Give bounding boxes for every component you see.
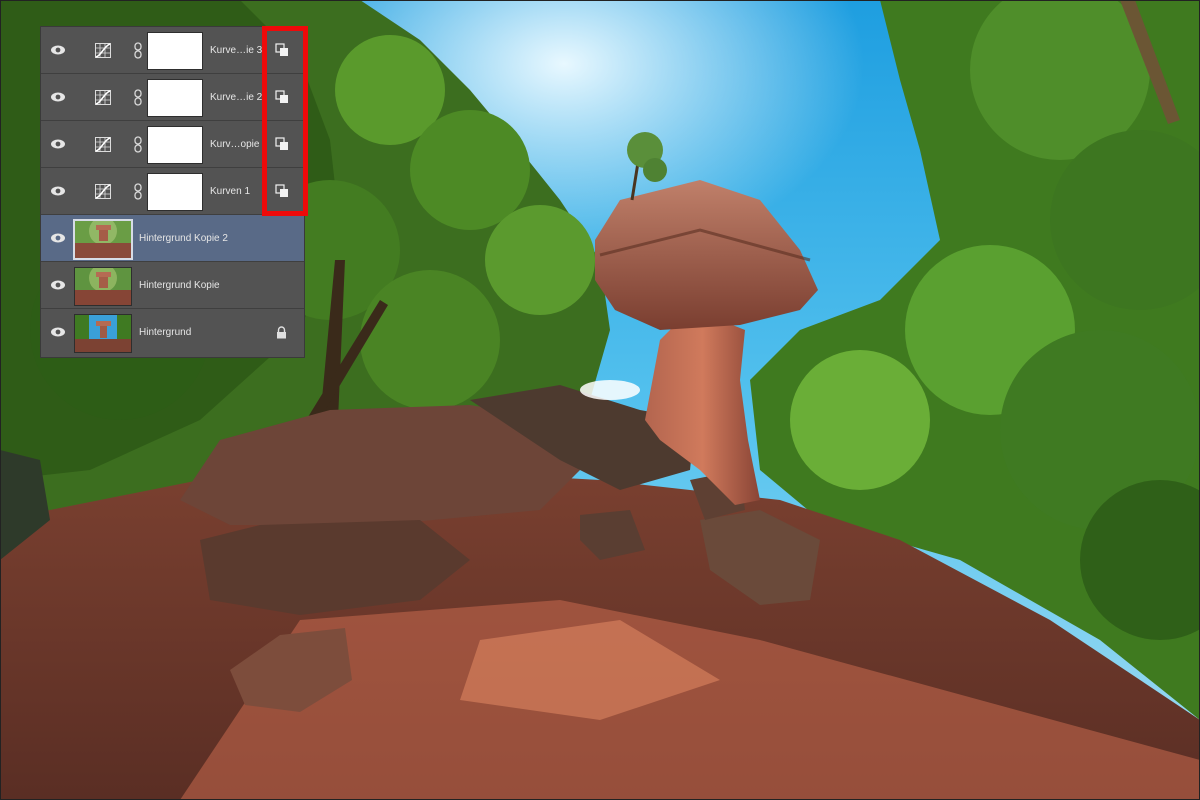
eye-icon[interactable] (50, 325, 66, 339)
lock-icon[interactable] (276, 326, 287, 339)
highlight-box (262, 26, 308, 216)
layer-thumbnail[interactable] (74, 314, 132, 353)
layer-name[interactable]: Kurve…ie 2 (210, 74, 270, 121)
layer-name[interactable]: Kurven 1 (210, 168, 270, 215)
layer-name[interactable]: Kurve…ie 3 (210, 27, 270, 74)
curves-adjustment-icon (95, 43, 111, 58)
chain-link-icon[interactable] (133, 136, 143, 153)
curves-adjustment-icon (95, 90, 111, 105)
eye-icon[interactable] (50, 137, 66, 151)
layer-row-hintergrund-kopie[interactable]: Hintergrund Kopie (41, 262, 304, 309)
layer-name[interactable]: Kurv…opie (210, 121, 270, 168)
eye-icon[interactable] (50, 184, 66, 198)
chain-link-icon[interactable] (133, 183, 143, 200)
eye-icon[interactable] (50, 43, 66, 57)
layer-mask-thumbnail[interactable] (147, 126, 203, 164)
layer-name[interactable]: Hintergrund (139, 309, 279, 356)
layer-mask-thumbnail[interactable] (147, 32, 203, 70)
layer-name[interactable]: Hintergrund Kopie (139, 262, 279, 309)
layer-name[interactable]: Hintergrund Kopie 2 (139, 215, 279, 262)
layer-mask-thumbnail[interactable] (147, 79, 203, 117)
curves-adjustment-icon (95, 184, 111, 199)
layer-row-hintergrund[interactable]: Hintergrund (41, 309, 304, 356)
curves-adjustment-icon (95, 137, 111, 152)
layer-thumbnail[interactable] (73, 219, 133, 260)
layer-row-hintergrund-kopie-2[interactable]: Hintergrund Kopie 2 (41, 215, 304, 262)
chain-link-icon[interactable] (133, 89, 143, 106)
layer-mask-thumbnail[interactable] (147, 173, 203, 211)
layer-thumbnail[interactable] (74, 267, 132, 306)
eye-icon[interactable] (50, 278, 66, 292)
eye-icon[interactable] (50, 90, 66, 104)
chain-link-icon[interactable] (133, 42, 143, 59)
eye-icon[interactable] (50, 231, 66, 245)
